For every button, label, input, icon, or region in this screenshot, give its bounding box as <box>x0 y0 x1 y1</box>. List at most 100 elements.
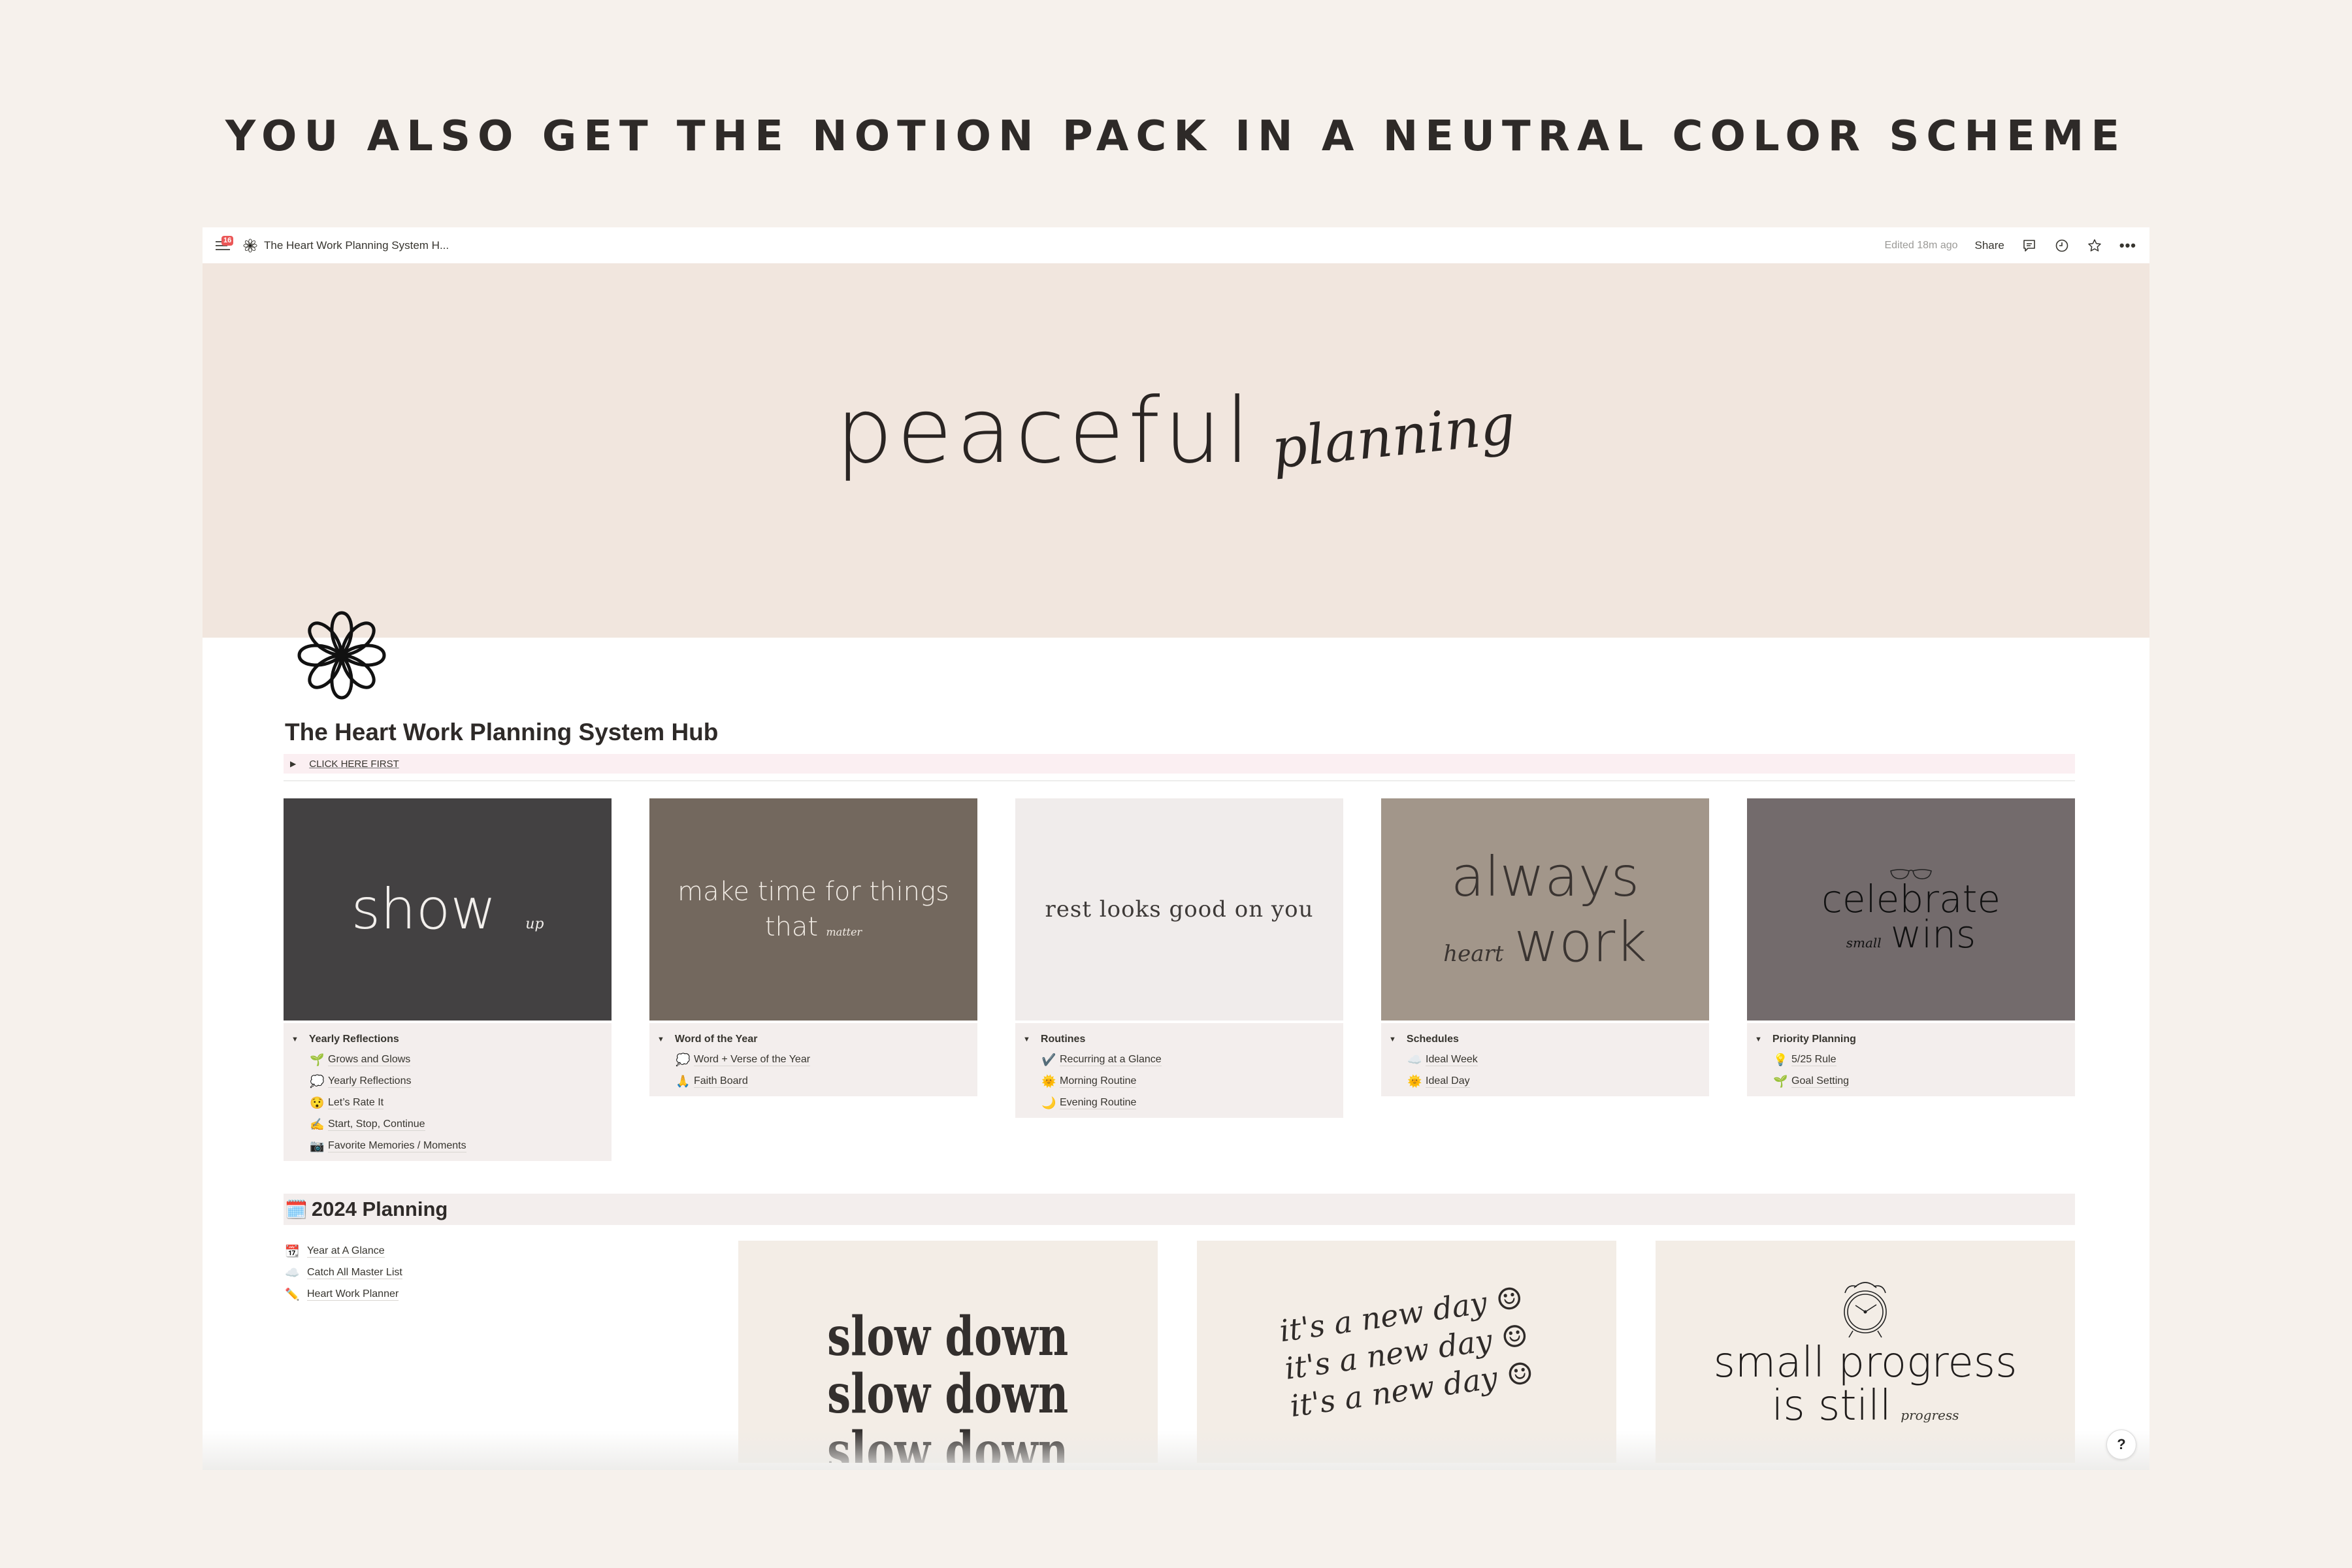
card-cover-image[interactable]: always heart work <box>1381 798 1709 1021</box>
pencil-icon: ✏️ <box>285 1288 300 1301</box>
triangle-down-icon[interactable]: ▼ <box>1755 1036 1762 1043</box>
help-button[interactable]: ? <box>2106 1429 2136 1460</box>
star-icon[interactable] <box>2087 238 2102 253</box>
list-item[interactable]: 📷 Favorite Memories / Moments <box>284 1135 612 1157</box>
spiral-calendar-icon: 🗓️ <box>285 1199 308 1220</box>
cover-script: matter <box>826 926 862 938</box>
card-cover-image[interactable]: rest looks good on you <box>1015 798 1343 1021</box>
gallery-card-slow-down[interactable]: slow down slow down slow down <box>738 1241 1158 1463</box>
triangle-down-icon[interactable]: ▼ <box>1023 1036 1030 1043</box>
page-link[interactable]: Catch All Master List <box>307 1267 402 1279</box>
planning-links: 📆 Year at A Glance ☁️ Catch All Master Lis… <box>284 1241 738 1463</box>
toggle-label[interactable]: CLICK HERE FIRST <box>309 759 399 770</box>
list-item[interactable]: ☁️ Ideal Week <box>1381 1049 1709 1071</box>
list-item[interactable]: 💭 Yearly Reflections <box>284 1071 612 1092</box>
checkmark-icon: ✔️ <box>1041 1053 1056 1066</box>
praying-hands-icon: 🙏 <box>676 1075 691 1088</box>
gallery-card-small-progress[interactable]: small progress is still progress <box>1656 1241 2075 1463</box>
more-icon[interactable]: ••• <box>2119 238 2136 252</box>
toggle-heading-label: Schedules <box>1406 1034 1459 1045</box>
page-link[interactable]: Heart Work Planner <box>307 1288 399 1301</box>
page-link[interactable]: Yearly Reflections <box>328 1075 412 1088</box>
gallery-line: slow down <box>827 1305 1069 1368</box>
cover-text-line1: always <box>1450 845 1640 909</box>
breadcrumb-page-title[interactable]: The Heart Work Planning System H... <box>264 239 449 252</box>
toggle-list: ▼ Yearly Reflections 🌱 Grows and Glows 💭 Ye… <box>284 1023 612 1161</box>
page-link[interactable]: Morning Routine <box>1060 1075 1137 1088</box>
cover-text: show <box>351 877 497 942</box>
toggle-heading[interactable]: ▼ Priority Planning <box>1747 1030 2075 1049</box>
flower-icon[interactable] <box>293 606 391 704</box>
camera-icon: 📷 <box>310 1139 325 1152</box>
list-item[interactable]: ✏️ Heart Work Planner <box>284 1284 738 1305</box>
card-cover-image[interactable]: make time for things that matter <box>649 798 977 1021</box>
toggle-heading[interactable]: ▼ Word of the Year <box>649 1030 977 1049</box>
list-item[interactable]: 🌞 Ideal Day <box>1381 1071 1709 1092</box>
list-item[interactable]: 🌱 Grows and Glows <box>284 1049 612 1071</box>
card-priority-planning: celebrate small wins ▼ Priority Planning 💡… <box>1747 798 2075 1161</box>
list-item[interactable]: 📆 Year at A Glance <box>284 1241 738 1262</box>
list-item[interactable]: 💡 5/25 Rule <box>1747 1049 2075 1071</box>
list-item[interactable]: 🙏 Faith Board <box>649 1071 977 1092</box>
clock-icon[interactable] <box>2054 238 2070 253</box>
list-item[interactable]: ☁️ Catch All Master List <box>284 1262 738 1284</box>
cover-script: up <box>525 916 544 932</box>
planning-gallery: slow down slow down slow down it's a new… <box>738 1241 2075 1463</box>
share-button[interactable]: Share <box>1975 239 2004 252</box>
page-link[interactable]: Word + Verse of the Year <box>694 1054 811 1066</box>
card-routines: rest looks good on you ▼ Routines ✔️ Recur… <box>1015 798 1343 1161</box>
list-item[interactable]: 😯 Let’s Rate It <box>284 1092 612 1114</box>
list-item[interactable]: ✍️ Start, Stop, Continue <box>284 1114 612 1135</box>
page-link[interactable]: Goal Setting <box>1791 1075 1850 1088</box>
calendar-icon: 📆 <box>285 1245 300 1258</box>
page-link[interactable]: Year at A Glance <box>307 1245 385 1258</box>
gallery-text-line1: small progress <box>1713 1339 2017 1387</box>
sidebar-toggle-icon[interactable]: 16 <box>216 235 234 253</box>
gallery-script: progress <box>1901 1407 1959 1423</box>
page-link[interactable]: 5/25 Rule <box>1791 1054 1837 1066</box>
page-link[interactable]: Evening Routine <box>1060 1097 1137 1109</box>
alarm-clock-icon <box>1844 1282 1887 1338</box>
toggle-heading[interactable]: ▼ Routines <box>1015 1030 1343 1049</box>
card-schedules: always heart work ▼ Schedules ☁️ Ideal Week… <box>1381 798 1709 1161</box>
list-item[interactable]: 🌞 Morning Routine <box>1015 1071 1343 1092</box>
page-link[interactable]: Ideal Week <box>1426 1054 1478 1066</box>
card-cover-image[interactable]: celebrate small wins <box>1747 798 2075 1021</box>
page-link[interactable]: Ideal Day <box>1426 1075 1470 1088</box>
cover-word-script: planning <box>1269 391 1518 482</box>
page-link[interactable]: Recurring at a Glance <box>1060 1054 1162 1066</box>
gallery-card-new-day[interactable]: it's a new day ☺ it's a new day ☺ it's a… <box>1197 1241 1616 1463</box>
notification-badge: 16 <box>221 235 234 246</box>
page-link[interactable]: Let’s Rate It <box>328 1097 384 1109</box>
page-link[interactable]: Faith Board <box>694 1075 748 1088</box>
page-title: The Heart Work Planning System Hub <box>285 719 719 745</box>
click-here-first-toggle[interactable]: ▶ CLICK HERE FIRST <box>284 754 2075 774</box>
list-item[interactable]: 🌙 Evening Routine <box>1015 1092 1343 1114</box>
list-item[interactable]: 💭 Word + Verse of the Year <box>649 1049 977 1071</box>
triangle-down-icon[interactable]: ▼ <box>291 1036 299 1043</box>
page-link[interactable]: Favorite Memories / Moments <box>328 1140 466 1152</box>
page-link[interactable]: Grows and Glows <box>328 1054 411 1066</box>
cover-text-line2: that <box>764 912 819 942</box>
lightbulb-icon: 💡 <box>1773 1053 1788 1066</box>
triangle-down-icon[interactable]: ▼ <box>1389 1036 1396 1043</box>
toggle-list: ▼ Schedules ☁️ Ideal Week 🌞 Ideal Day <box>1381 1023 1709 1096</box>
comment-icon[interactable] <box>2021 238 2037 253</box>
list-item[interactable]: 🌱 Goal Setting <box>1747 1071 2075 1092</box>
card-yearly-reflections: show up ▼ Yearly Reflections 🌱 Grows and G… <box>284 798 612 1161</box>
toggle-heading[interactable]: ▼ Schedules <box>1381 1030 1709 1049</box>
cover-word-serif: peaceful <box>836 378 1254 483</box>
list-item[interactable]: ✔️ Recurring at a Glance <box>1015 1049 1343 1071</box>
notion-window: 16 The Heart Work Planning System H... E… <box>203 227 2149 1470</box>
triangle-right-icon[interactable]: ▶ <box>290 759 296 768</box>
card-cover-image[interactable]: show up <box>284 798 612 1021</box>
cover-text-line1: make time for things <box>678 877 949 907</box>
planning-row: 📆 Year at A Glance ☁️ Catch All Master Lis… <box>284 1241 2075 1463</box>
page-link[interactable]: Start, Stop, Continue <box>328 1119 425 1131</box>
toggle-heading[interactable]: ▼ Yearly Reflections <box>284 1030 612 1049</box>
section-heading-label: 2024 Planning <box>311 1198 448 1220</box>
gallery-line: slow down <box>827 1363 1069 1426</box>
triangle-down-icon[interactable]: ▼ <box>657 1036 664 1043</box>
section-heading-2024-planning: 🗓️ 2024 Planning <box>284 1194 2075 1225</box>
card-word-of-the-year: make time for things that matter ▼ Word o… <box>649 798 977 1161</box>
